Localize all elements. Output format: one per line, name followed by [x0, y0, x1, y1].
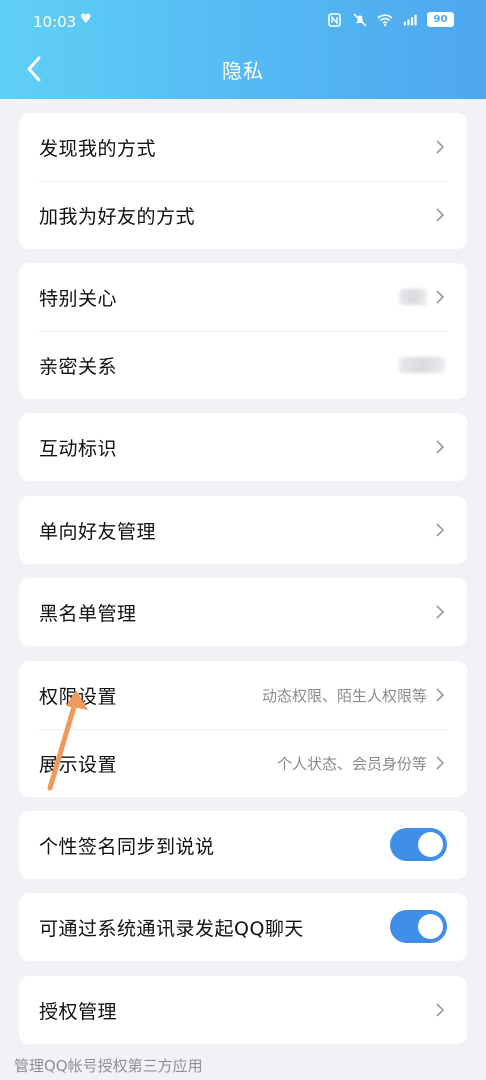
- status-time: 10:03: [33, 13, 77, 31]
- row-label: 可通过系统通讯录发起QQ聊天: [39, 917, 304, 940]
- settings-row-contacts-chat: 可通过系统通讯录发起QQ聊天: [19, 893, 467, 961]
- chevron-right-icon: [436, 208, 445, 222]
- settings-row-interaction-badge[interactable]: 互动标识: [19, 413, 467, 481]
- row-label: 特别关心: [39, 287, 118, 310]
- settings-group-oneway: 单向好友管理: [19, 496, 467, 564]
- settings-group-contacts-chat: 可通过系统通讯录发起QQ聊天: [19, 893, 467, 961]
- row-value: 动态权限、陌生人权限等: [261, 686, 427, 705]
- chevron-right-icon: [436, 688, 445, 702]
- blurred-avatar: [399, 357, 445, 373]
- footer-hint: 管理QQ帐号授权第三方应用: [14, 1057, 203, 1075]
- chevron-right-icon: [436, 756, 445, 770]
- status-bar: 10:03 ♥ 90: [0, 0, 486, 44]
- settings-row-authorization[interactable]: 授权管理: [19, 976, 467, 1044]
- toggle-knob: [418, 914, 443, 939]
- settings-group-authorization: 授权管理: [19, 976, 467, 1044]
- settings-group-signature-sync: 个性签名同步到说说: [19, 811, 467, 879]
- chevron-right-icon: [436, 290, 445, 304]
- settings-group-interaction: 互动标识: [19, 413, 467, 481]
- chevron-right-icon: [436, 605, 445, 619]
- battery-indicator: 90: [427, 12, 454, 27]
- mute-bell-icon: [353, 12, 367, 27]
- chevron-right-icon: [436, 523, 445, 537]
- row-label: 加我为好友的方式: [39, 205, 196, 228]
- header-bar: 10:03 ♥ 90 隐私: [0, 0, 486, 99]
- settings-row-oneway-friends[interactable]: 单向好友管理: [19, 496, 467, 564]
- row-label: 亲密关系: [39, 355, 118, 378]
- contacts-chat-toggle[interactable]: [390, 910, 447, 943]
- settings-row-blacklist[interactable]: 黑名单管理: [19, 578, 467, 646]
- wifi-icon: [377, 13, 393, 26]
- row-value: 个人状态、会员身份等: [276, 754, 427, 773]
- nfc-icon: [328, 12, 341, 27]
- chevron-right-icon: [436, 1003, 445, 1017]
- signature-sync-toggle[interactable]: [390, 828, 447, 861]
- chevron-right-icon: [436, 140, 445, 154]
- row-label: 互动标识: [39, 437, 118, 460]
- settings-group-blacklist: 黑名单管理: [19, 578, 467, 646]
- row-label: 个性签名同步到说说: [39, 835, 215, 858]
- blurred-avatar: [399, 289, 427, 305]
- status-icons: 90: [327, 12, 454, 27]
- settings-row-signature-sync: 个性签名同步到说说: [19, 811, 467, 879]
- page-title: 隐私: [222, 59, 264, 83]
- row-label: 黑名单管理: [39, 602, 137, 625]
- settings-row-find-me[interactable]: 发现我的方式: [19, 113, 467, 181]
- row-label: 授权管理: [39, 1000, 118, 1023]
- toggle-knob: [418, 832, 443, 857]
- settings-row-add-friend-method[interactable]: 加我为好友的方式: [19, 181, 467, 249]
- signal-icon: [403, 14, 417, 25]
- row-label: 单向好友管理: [39, 520, 157, 543]
- row-label: 发现我的方式: [39, 137, 157, 160]
- settings-group-relations: 特别关心 亲密关系: [19, 263, 467, 399]
- chevron-right-icon: [436, 440, 445, 454]
- settings-group-discovery: 发现我的方式 加我为好友的方式: [19, 113, 467, 249]
- settings-row-special-care[interactable]: 特别关心: [19, 263, 467, 331]
- heart-icon: ♥: [80, 12, 92, 27]
- annotation-arrow-icon: [47, 690, 88, 791]
- settings-row-intimate-relation[interactable]: 亲密关系: [19, 331, 467, 399]
